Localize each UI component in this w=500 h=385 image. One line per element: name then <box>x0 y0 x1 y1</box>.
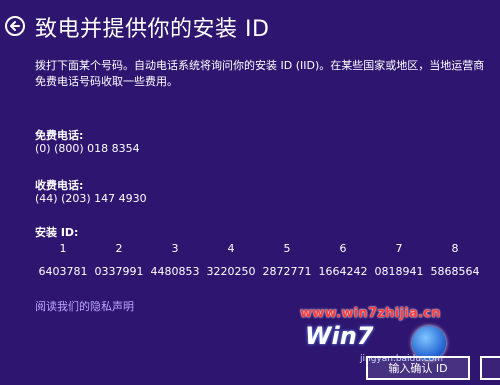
instructions-line: 拨打下面某个号码。自动电话系统将询问你的安装 ID (IID)。在某些国家或地区… <box>35 59 485 72</box>
id-group-index: 7 <box>395 242 403 255</box>
id-group-value: 2872771 <box>262 265 312 278</box>
id-group-index: 2 <box>115 242 123 255</box>
id-group-index: 8 <box>451 242 459 255</box>
watermark-url: www.win7zhijia.cn <box>300 306 441 321</box>
toll-number: (44) (203) 147 4930 <box>35 192 147 205</box>
id-group-value: 41 <box>483 265 500 278</box>
id-group-value: 3220250 <box>206 265 256 278</box>
toll-label: 收费电话: <box>35 179 84 192</box>
id-group-value: 5868564 <box>430 265 480 278</box>
toll-free-label: 免费电话: <box>35 129 84 142</box>
id-group-value: 4480853 <box>150 265 200 278</box>
enter-confirmation-id-button[interactable]: 输入确认 ID <box>366 356 470 380</box>
id-group-value: 1664242 <box>318 265 368 278</box>
cancel-button[interactable] <box>480 356 500 380</box>
privacy-statement-link[interactable]: 阅读我们的隐私声明 <box>35 298 134 314</box>
id-group-index: 5 <box>283 242 291 255</box>
id-group-index: 3 <box>171 242 179 255</box>
page-title: 致电并提供你的安装 ID <box>35 17 270 42</box>
instructions-line: 免费电话号码收取一些费用。 <box>35 75 178 88</box>
arrow-left-icon <box>10 21 20 31</box>
instructions-text: 拨打下面某个号码。自动电话系统将询问你的安装 ID (IID)。在某些国家或地区… <box>35 58 500 90</box>
toll-free-number: (0) (800) 018 8354 <box>35 142 140 155</box>
id-group-value: 0818941 <box>374 265 424 278</box>
id-group-index: 4 <box>227 242 235 255</box>
id-group-index: 6 <box>339 242 347 255</box>
watermark-brand: Win7 <box>305 322 374 350</box>
installation-id-label: 安装 ID: <box>35 226 79 239</box>
windows-logo-icon <box>412 326 446 360</box>
id-group-index: 1 <box>59 242 67 255</box>
id-group-value: 6403781 <box>38 265 88 278</box>
back-button[interactable] <box>5 16 25 36</box>
id-group-value: 0337991 <box>94 265 144 278</box>
